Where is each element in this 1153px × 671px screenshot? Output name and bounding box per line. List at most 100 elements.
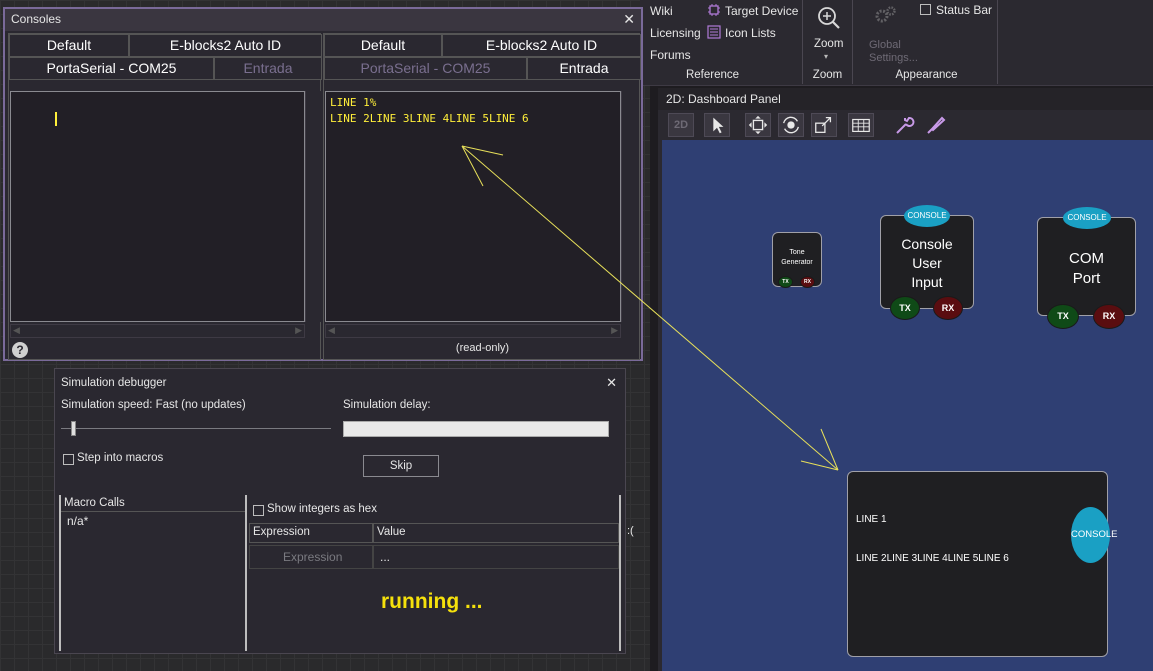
chip-icon (707, 3, 721, 17)
tab-portaserial-left[interactable]: PortaSerial - COM25 (9, 57, 214, 80)
com-port-label-2: Port (1072, 270, 1101, 287)
show-hex-label: Show integers as hex (267, 503, 377, 515)
tab-default-left[interactable]: Default (9, 34, 129, 57)
scroll-right-icon[interactable]: ▶ (295, 325, 302, 336)
vertical-scrollbar[interactable] (621, 91, 637, 322)
grid-tool-icon[interactable] (848, 113, 874, 137)
icon-lists-button[interactable]: Icon Lists (725, 26, 776, 40)
console-output-badge[interactable]: CONSOLE (1071, 507, 1117, 563)
simulation-speed-label: Simulation speed: Fast (no updates) (61, 399, 246, 411)
ribbon-separator (852, 0, 853, 84)
tab-eblocks-right[interactable]: E-blocks2 Auto ID (442, 34, 641, 57)
console-left-pane: Default E-blocks2 Auto ID PortaSerial - … (8, 33, 322, 360)
simulation-debugger-title-bar[interactable]: Simulation debugger ✕ (55, 369, 625, 393)
toolbar-2d-button[interactable]: 2D (668, 113, 694, 137)
tab-eblocks-left[interactable]: E-blocks2 Auto ID (129, 34, 322, 57)
scroll-left-icon[interactable]: ◀ (13, 325, 20, 336)
console-user-input-label-1: Console (901, 236, 953, 252)
console-user-input-badge[interactable]: CONSOLE (904, 205, 950, 227)
macro-calls-value[interactable]: n/a* (61, 512, 245, 530)
zoom-icon[interactable] (816, 5, 842, 31)
appearance-group-label: Appearance (895, 69, 958, 81)
expression-input-cell[interactable]: Expression (249, 545, 373, 569)
wiki-link[interactable]: Wiki (650, 4, 673, 18)
zoom-button[interactable]: Zoom (814, 38, 843, 50)
dashboard-toolbar: 2D (658, 110, 1153, 140)
horizontal-scrollbar[interactable]: ◀ ▶ (325, 324, 621, 338)
ribbon-separator (802, 0, 803, 84)
list-icon (707, 25, 721, 39)
console-output-component[interactable]: LINE 1 LINE 2LINE 3LINE 4LINE 5LINE 6 (847, 471, 1108, 657)
tab-entrada-left[interactable]: Entrada (214, 57, 322, 80)
value-column-header[interactable]: Value (373, 523, 619, 543)
speed-slider-track[interactable] (61, 428, 331, 429)
tone-generator-label-2: Generator (781, 259, 813, 266)
scroll-left-icon[interactable]: ◀ (328, 325, 335, 336)
tone-generator-rx-pin[interactable]: RX (800, 276, 815, 288)
reference-group-label: Reference (685, 69, 740, 81)
step-into-macros-checkbox[interactable] (63, 454, 74, 465)
text-cursor (54, 112, 57, 126)
expression-column-header[interactable]: Expression (249, 523, 373, 543)
tab-default-right[interactable]: Default (324, 34, 442, 57)
console-user-input-rx-pin[interactable]: RX (933, 296, 963, 320)
com-port-badge[interactable]: CONSOLE (1063, 207, 1111, 229)
simulation-debugger-window: Simulation debugger ✕ Simulation speed: … (54, 368, 626, 654)
consoles-window: Consoles ✕ Default E-blocks2 Auto ID Por… (3, 7, 643, 361)
step-into-macros-label: Step into macros (77, 452, 164, 464)
ribbon-separator (997, 0, 998, 84)
value-cell[interactable]: ... (373, 545, 619, 569)
tab-entrada-right[interactable]: Entrada (527, 57, 641, 80)
console-input-textbox[interactable] (10, 91, 305, 322)
gear-icon[interactable] (872, 4, 898, 30)
scroll-right-icon[interactable]: ▶ (611, 325, 618, 336)
brush-icon[interactable] (923, 113, 949, 137)
horizontal-scrollbar[interactable]: ◀ ▶ (10, 324, 305, 338)
ribbon: Wiki Licensing Forums Target Device Icon… (640, 0, 1153, 86)
tone-generator-label-1: Tone (789, 249, 805, 256)
console-user-input-component[interactable]: Console User Input (880, 215, 974, 309)
status-bar-checkbox[interactable] (920, 4, 931, 15)
help-icon[interactable]: ? (12, 342, 28, 358)
scale-tool-icon[interactable] (811, 113, 837, 137)
wrench-icon[interactable] (892, 113, 918, 137)
readonly-label: (read-only) (455, 342, 510, 354)
close-icon[interactable]: ✕ (606, 375, 617, 391)
rotate-tool-icon[interactable] (778, 113, 804, 137)
speed-slider-thumb[interactable] (71, 421, 76, 436)
console-output-textbox[interactable]: LINE 1% LINE 2LINE 3LINE 4LINE 5LINE 6 (325, 91, 621, 322)
close-icon[interactable]: ✕ (623, 11, 635, 28)
simulation-debugger-title: Simulation debugger (61, 377, 167, 389)
com-port-rx-pin[interactable]: RX (1093, 304, 1125, 329)
consoles-title: Consoles (11, 12, 62, 26)
skip-button[interactable]: Skip (363, 455, 439, 477)
tone-generator-tx-pin[interactable]: TX (778, 276, 793, 288)
com-port-component[interactable]: COM Port (1037, 217, 1136, 316)
simulation-delay-label: Simulation delay: (343, 399, 431, 411)
zoom-group-label: Zoom (812, 69, 843, 81)
console-output-line-1: LINE 1 (856, 514, 887, 525)
dashboard-panel-title: 2D: Dashboard Panel (658, 88, 1153, 110)
consoles-title-bar[interactable]: Consoles ✕ (5, 9, 641, 31)
chevron-down-icon[interactable]: ▾ (824, 52, 828, 61)
console-user-input-tx-pin[interactable]: TX (890, 296, 920, 320)
move-tool-icon[interactable] (745, 113, 771, 137)
running-label: running ... (381, 590, 483, 613)
vertical-scrollbar[interactable] (305, 91, 321, 322)
macro-calls-panel: Macro Calls n/a* (59, 495, 247, 651)
com-port-label-1: COM (1069, 250, 1104, 267)
forums-link[interactable]: Forums (650, 48, 691, 62)
simulation-delay-bar[interactable] (343, 421, 609, 437)
global-settings-button[interactable]: Global Settings... (869, 39, 929, 65)
watch-panel: Show integers as hex Expression Value Ex… (248, 495, 621, 651)
console-user-input-label-2: User (912, 255, 942, 271)
console-output-line-2: LINE 2LINE 3LINE 4LINE 5LINE 6 (856, 553, 1009, 564)
console-user-input-label-3: Input (911, 274, 943, 290)
target-device-button[interactable]: Target Device (725, 4, 798, 18)
status-bar-label: Status Bar (936, 3, 993, 17)
tab-portaserial-right[interactable]: PortaSerial - COM25 (324, 57, 527, 80)
com-port-tx-pin[interactable]: TX (1047, 304, 1079, 329)
show-hex-checkbox[interactable] (253, 505, 264, 516)
licensing-link[interactable]: Licensing (650, 26, 701, 40)
pointer-tool-icon[interactable] (704, 113, 730, 137)
